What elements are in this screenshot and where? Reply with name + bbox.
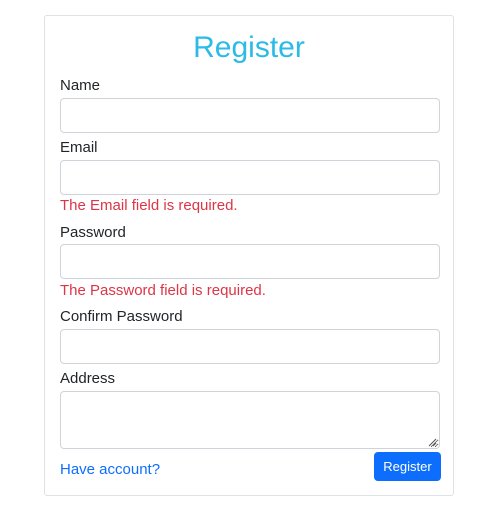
resize-handle-icon[interactable] <box>427 437 437 447</box>
have-account-link[interactable]: Have account? <box>60 461 160 479</box>
email-input[interactable] <box>60 160 440 195</box>
email-label: Email <box>60 139 98 156</box>
page-title: Register <box>193 31 305 64</box>
name-label: Name <box>60 77 101 94</box>
password-label: Password <box>60 224 126 241</box>
confirm-password-label: Confirm Password <box>60 308 183 325</box>
register-button[interactable]: Register <box>374 452 441 481</box>
password-input[interactable] <box>60 244 440 279</box>
email-error-message: The Email field is required. <box>60 197 238 214</box>
address-textarea[interactable] <box>60 391 440 449</box>
confirm-password-input[interactable] <box>60 329 440 364</box>
address-label: Address <box>60 370 116 387</box>
register-card: Register Name Email The Email field is r… <box>44 15 454 496</box>
name-input[interactable] <box>60 98 440 133</box>
password-error-message: The Password field is required. <box>60 282 266 299</box>
